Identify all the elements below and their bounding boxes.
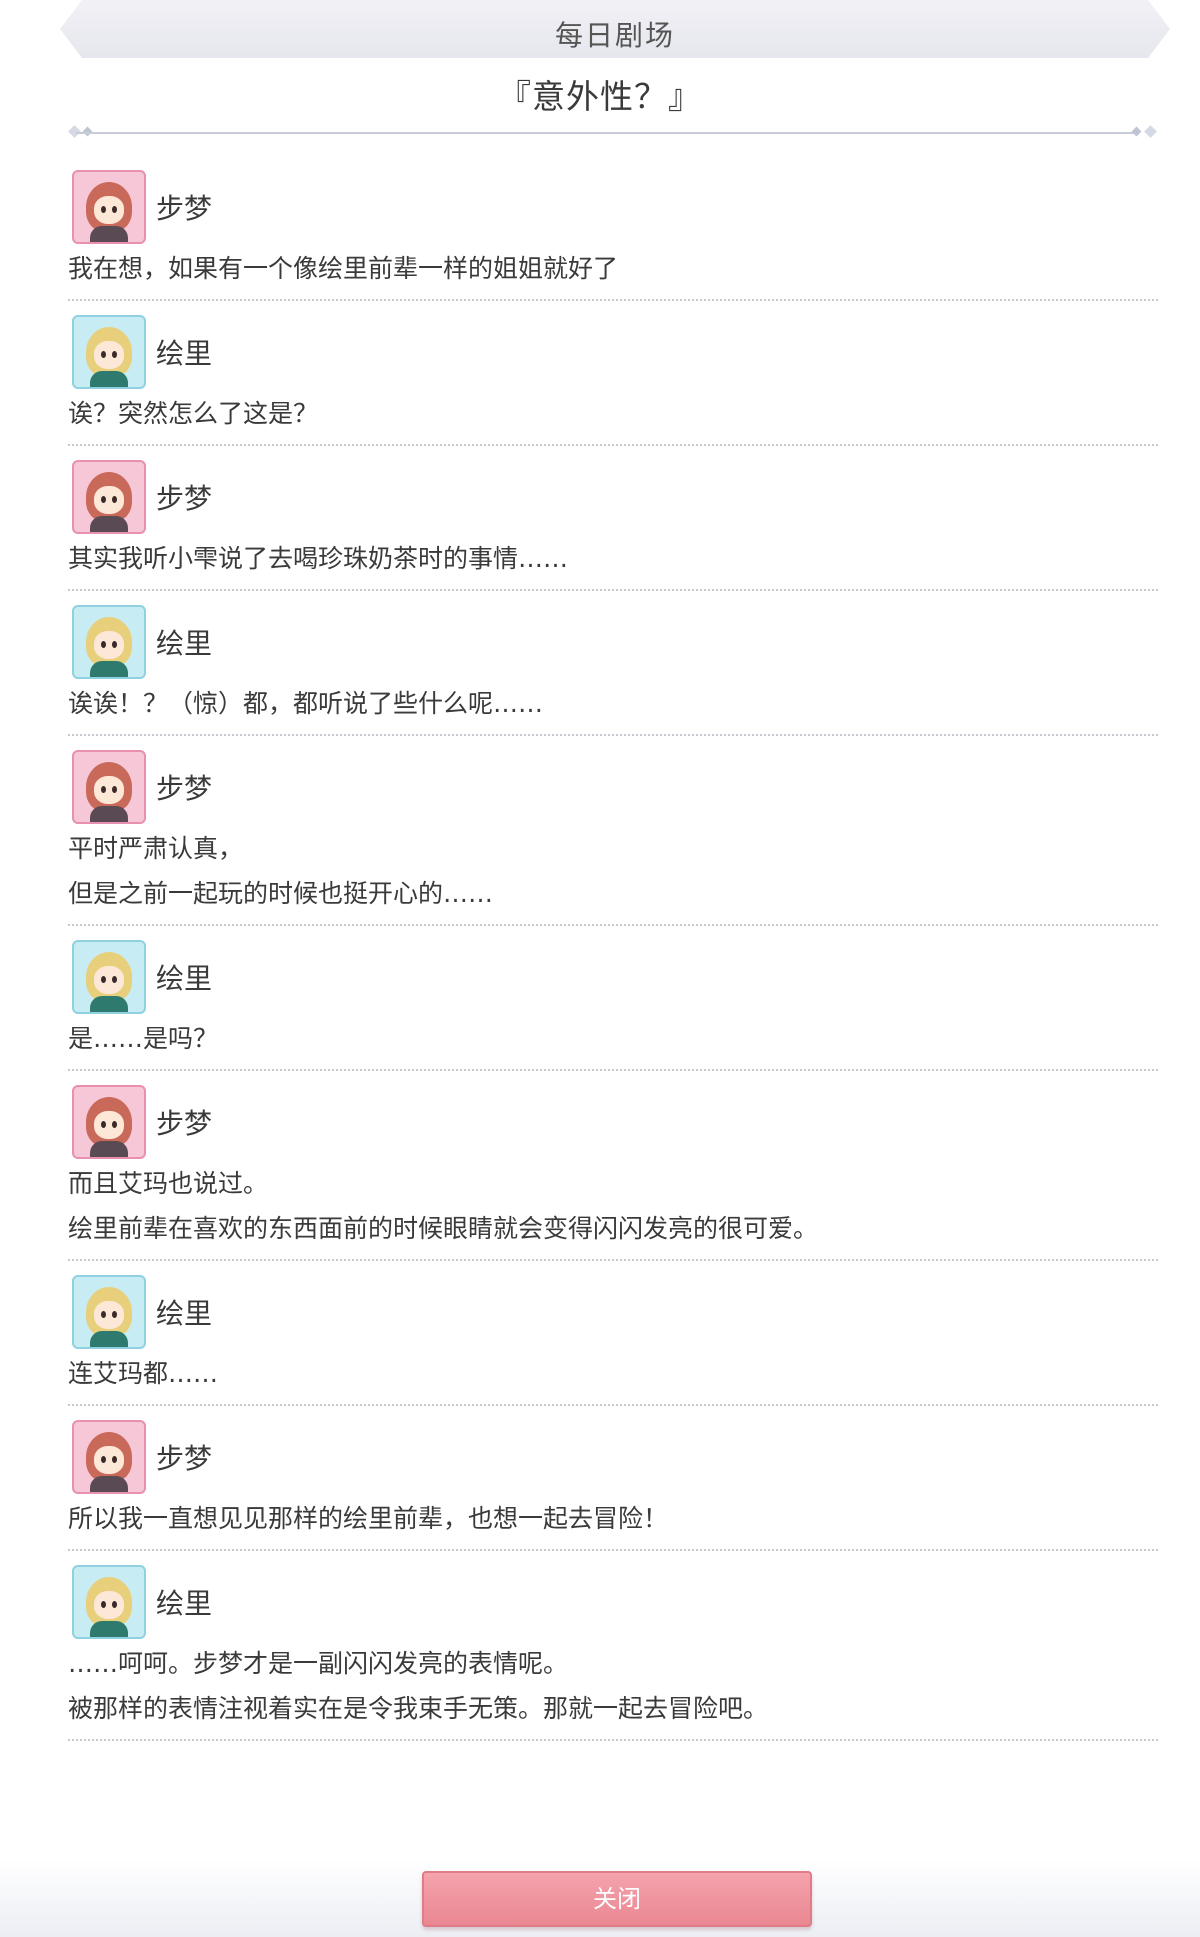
dialogue-line: 绘里前辈在喜欢的东西面前的时候眼睛就会变得闪闪发亮的很可爱。 xyxy=(68,1214,819,1243)
ayumu-avatar xyxy=(72,170,146,244)
dialogue-entry: 绘里诶诶！？（惊）都，都听说了些什么呢…… xyxy=(68,603,1158,736)
dialogue-entry: 绘里连艾玛都…… xyxy=(68,1273,1158,1406)
speaker-row: 步梦 xyxy=(68,458,1158,536)
header-bar: 每日剧场 xyxy=(60,0,1170,58)
speaker-name: 步梦 xyxy=(156,482,213,515)
dialogue-line: 连艾玛都…… xyxy=(68,1359,219,1388)
header-label: 每日剧场 xyxy=(554,19,675,52)
speaker-row: 步梦 xyxy=(68,748,1158,826)
dialogue-entry: 步梦我在想，如果有一个像绘里前辈一样的姐姐就好了 xyxy=(68,168,1158,301)
title-divider xyxy=(76,132,1136,134)
speaker-name: 绘里 xyxy=(156,1587,213,1620)
speaker-row: 绘里 xyxy=(68,603,1158,681)
ayumu-avatar xyxy=(72,1085,146,1159)
dialogue-line: 诶？突然怎么了这是？ xyxy=(68,399,319,428)
dialogue-line: 而且艾玛也说过。 xyxy=(68,1169,269,1198)
story-title: 『意外性？』 xyxy=(498,77,702,116)
dialogue-entry: 绘里是……是吗？ xyxy=(68,938,1158,1071)
dialogue-entry: 步梦其实我听小雫说了去喝珍珠奶茶时的事情…… xyxy=(68,458,1158,591)
speaker-name: 绘里 xyxy=(156,627,213,660)
dialogue-entry: 步梦而且艾玛也说过。绘里前辈在喜欢的东西面前的时候眼睛就会变得闪闪发亮的很可爱。 xyxy=(68,1083,1158,1261)
dialogue-line: 所以我一直想见见那样的绘里前辈，也想一起去冒险！ xyxy=(68,1504,669,1533)
speaker-name: 绘里 xyxy=(156,337,213,370)
dialogue-line: 平时严肃认真， xyxy=(68,834,244,863)
eli-avatar xyxy=(72,605,146,679)
dialogue-line: 诶诶！？（惊）都，都听说了些什么呢…… xyxy=(68,689,544,718)
close-button[interactable]: 关闭 xyxy=(422,1871,812,1927)
speaker-row: 绘里 xyxy=(68,1563,1158,1641)
speaker-row: 绘里 xyxy=(68,938,1158,1016)
eli-avatar xyxy=(72,1275,146,1349)
eli-avatar xyxy=(72,1565,146,1639)
speaker-row: 步梦 xyxy=(68,1083,1158,1161)
eli-avatar xyxy=(72,940,146,1014)
speaker-row: 步梦 xyxy=(68,1418,1158,1496)
dialogue-list[interactable]: 步梦 我在想，如果有一个像绘里前辈一样的姐姐就好了 绘里 诶？突然怎么了这是？ 步梦 其实… xyxy=(68,168,1158,1753)
dialogue-entry: 绘里 ……呵呵。步梦才是一副闪闪发亮的表情呢。被那样的表情注视着实在是令我束手无策… xyxy=(68,1563,1158,1741)
ayumu-avatar xyxy=(72,460,146,534)
ayumu-avatar xyxy=(72,1420,146,1494)
dialogue-line: 其实我听小雫说了去喝珍珠奶茶时的事情…… xyxy=(68,544,569,573)
dialogue-entry: 步梦平时严肃认真， 但是之前一起玩的时候也挺开心的…… xyxy=(68,748,1158,926)
speaker-name: 绘里 xyxy=(156,962,213,995)
eli-avatar xyxy=(72,315,146,389)
ayumu-avatar xyxy=(72,750,146,824)
dialogue-entry: 步梦所以我一直想见见那样的绘里前辈，也想一起去冒险！ xyxy=(68,1418,1158,1551)
dialogue-line: ……呵呵。步梦才是一副闪闪发亮的表情呢。 xyxy=(68,1649,569,1678)
speaker-name: 步梦 xyxy=(156,1442,213,1475)
dialogue-entry: 绘里诶？突然怎么了这是？ xyxy=(68,313,1158,446)
dialogue-line: 是……是吗？ xyxy=(68,1024,219,1053)
dialogue-line: 被那样的表情注视着实在是令我束手无策。那就一起去冒险吧。 xyxy=(68,1694,769,1723)
speaker-name: 绘里 xyxy=(156,1297,213,1330)
speaker-row: 绘里 xyxy=(68,313,1158,391)
speaker-name: 步梦 xyxy=(156,772,213,805)
speaker-row: 绘里 xyxy=(68,1273,1158,1351)
speaker-name: 步梦 xyxy=(156,192,213,225)
speaker-row: 步梦 xyxy=(68,168,1158,246)
divider-diamond-right-icon xyxy=(1144,125,1157,138)
speaker-name: 步梦 xyxy=(156,1107,213,1140)
divider-diamond-right-small-icon xyxy=(1131,126,1142,137)
dialogue-line: 我在想，如果有一个像绘里前辈一样的姐姐就好了 xyxy=(68,254,619,283)
dialogue-line: 但是之前一起玩的时候也挺开心的…… xyxy=(68,879,494,908)
